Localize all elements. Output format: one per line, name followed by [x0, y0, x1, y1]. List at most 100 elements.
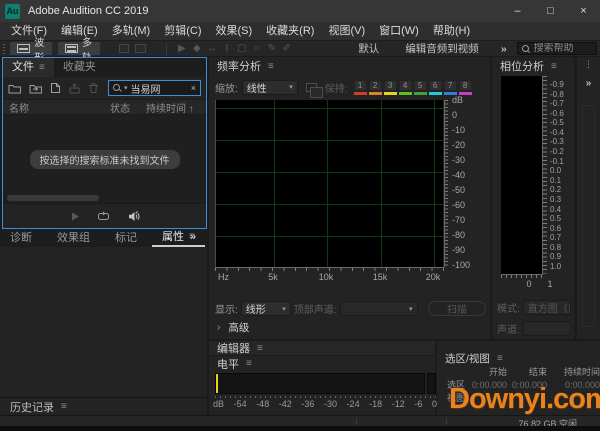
selection-view-header[interactable]: 选区/视图 ≡ [437, 351, 600, 365]
export-file-icon [68, 83, 81, 94]
panel-tab[interactable]: 效果组 [47, 229, 105, 247]
files-column-headers: 名称 状态 持续时间 ↑ [3, 99, 206, 115]
workspace-edit-av-button[interactable]: 编辑音频到视频 [405, 41, 479, 56]
new-file-icon[interactable] [50, 82, 61, 94]
toolbar-tool-icon[interactable]: ✎ [264, 42, 279, 56]
menu-item[interactable]: 编辑(E) [54, 22, 105, 40]
level-meter[interactable] [215, 373, 425, 394]
toolbar-tool-icon[interactable]: ▶ [174, 42, 189, 56]
phase-tick-label: 0.1 [550, 177, 564, 185]
hold-button[interactable]: 8 [459, 80, 472, 95]
hold-button[interactable]: 3 [384, 80, 397, 95]
panel-menu-icon[interactable]: ≡ [497, 353, 503, 364]
files-panel-tabs: 文件 ≡ 收藏夹 [3, 58, 206, 77]
hold-button[interactable]: 2 [369, 80, 382, 95]
toolbar-tool-icon[interactable]: ◆ [189, 42, 204, 56]
hold-button[interactable]: 6 [429, 80, 442, 95]
phase-analysis-header[interactable]: 相位分析 ≡ [492, 57, 574, 75]
panel-menu-icon[interactable]: ≡ [61, 401, 67, 412]
column-duration[interactable]: 持续时间 ↑ [146, 100, 206, 115]
menu-item[interactable]: 文件(F) [4, 22, 54, 40]
clear-search-icon[interactable]: × [191, 83, 196, 93]
meter-tick-label: -18 [369, 399, 382, 409]
hold-button[interactable]: 4 [399, 80, 412, 95]
phase-axis-labels: -0.9-0.8-0.7-0.6-0.5-0.4-0.3-0.2-0.10.00… [550, 81, 564, 271]
panel-tab[interactable]: 诊断 [0, 229, 47, 247]
menu-item[interactable]: 多轨(M) [105, 22, 158, 40]
hold-button[interactable]: 7 [444, 80, 457, 95]
panel-menu-icon[interactable]: ≡ [268, 61, 274, 72]
files-search-input[interactable] [131, 83, 188, 94]
expand-chevron-icon[interactable]: » [577, 78, 600, 89]
pitch-display-icon [135, 44, 145, 53]
collapsed-panel-strip[interactable]: ⋮ » [577, 57, 600, 339]
files-list[interactable]: 按选择的搜索标准未找到文件 [3, 115, 206, 203]
panel-tab[interactable]: 属性 ≡ [152, 229, 205, 247]
display-select[interactable]: 线形 ▾ [241, 301, 291, 316]
hold-color-bar [414, 92, 427, 95]
horizontal-scrollbar[interactable] [7, 195, 99, 201]
frequency-plot[interactable] [215, 100, 443, 267]
files-search-box[interactable]: ▾ × [108, 80, 201, 96]
workspace-default-button[interactable]: 默认 [358, 41, 379, 56]
hold-button[interactable]: 5 [414, 80, 427, 95]
panel-menu-icon[interactable]: ≡ [39, 58, 45, 77]
menu-item[interactable]: 帮助(H) [426, 22, 477, 40]
phase-tick-label: 0.4 [550, 206, 564, 214]
drag-handle-icon[interactable]: ⋮ [577, 59, 600, 70]
tabs-overflow-chevron[interactable]: » [190, 231, 196, 243]
hold-color-bar [369, 92, 382, 95]
toolbar-grip[interactable] [3, 44, 5, 54]
panel-tab[interactable]: 标记 [105, 229, 152, 247]
column-status[interactable]: 状态 [110, 100, 146, 115]
toolbar-tool-icon[interactable]: ○ [249, 42, 264, 56]
toolbar-tool-icon[interactable]: ▢ [234, 42, 249, 56]
waveform-view-button[interactable]: 波形 [10, 42, 52, 55]
loop-playback-button[interactable] [97, 211, 110, 222]
frequency-analysis-header[interactable]: 频率分析 ≡ [209, 57, 490, 75]
phase-tick-label: 0.8 [550, 244, 564, 252]
toolbar-tool-icon[interactable]: ✐ [279, 42, 294, 56]
panel-tab[interactable]: 收藏夹 [54, 58, 110, 77]
maximize-button[interactable]: □ [534, 0, 567, 22]
menu-item[interactable]: 剪辑(C) [157, 22, 208, 40]
panel-menu-icon[interactable]: ≡ [551, 61, 557, 72]
editor-header[interactable]: 编辑器 ≡ [209, 341, 435, 356]
waveform-icon [17, 44, 30, 53]
toolbar-tool-icon[interactable]: Ⅰ [219, 42, 234, 56]
help-search-input[interactable] [534, 43, 592, 54]
column-name[interactable]: 名称 [3, 100, 110, 115]
display-label: 显示: [215, 301, 238, 316]
menu-item[interactable]: 效果(S) [209, 22, 260, 40]
menu-item[interactable]: 窗口(W) [372, 22, 426, 40]
close-button[interactable]: × [567, 0, 600, 22]
import-file-icon[interactable] [29, 83, 43, 94]
title-bar[interactable]: Au Adobe Audition CC 2019 – □ × [0, 0, 600, 22]
hold-button[interactable]: 1 [354, 80, 367, 95]
menu-item[interactable]: 视图(V) [321, 22, 372, 40]
workspace-overflow-chevron[interactable]: » [501, 43, 507, 55]
open-file-icon[interactable] [8, 83, 22, 94]
advanced-toggle[interactable]: › 高级 [217, 320, 249, 335]
menu-item[interactable]: 收藏夹(R) [259, 22, 321, 40]
status-bar: 76.82 GB 空闲 [0, 415, 600, 426]
minimize-button[interactable]: – [501, 0, 534, 22]
toolbar-tool-icon[interactable]: ↔ [204, 42, 219, 56]
phase-x-tick-label: 1 [547, 279, 552, 289]
levels-header[interactable]: 电平 ≡ [209, 356, 435, 371]
help-search-box[interactable] [517, 42, 597, 55]
phase-tick-label: -0.3 [550, 138, 564, 146]
panel-tab[interactable]: 文件 ≡ [3, 58, 54, 77]
multitrack-view-button[interactable]: 多轨 [58, 42, 100, 55]
search-options-caret-icon[interactable]: ▾ [124, 84, 128, 92]
play-button[interactable] [70, 211, 80, 222]
panel-menu-icon[interactable]: ≡ [257, 343, 263, 354]
zoom-select[interactable]: 线性 ▾ [242, 80, 298, 95]
panel-menu-icon[interactable]: ≡ [246, 358, 252, 369]
phase-plot[interactable] [501, 76, 542, 274]
frequency-controls: 缩放: 线性 ▾ 保持: 1 2 [215, 78, 486, 96]
meter-tick-label: -24 [347, 399, 360, 409]
history-panel-header[interactable]: 历史记录 ≡ [0, 397, 207, 415]
autoplay-speaker-button[interactable] [127, 211, 140, 222]
left-panel-tab-strip: 诊断 效果组 标记 属性 ≡ [0, 229, 207, 247]
